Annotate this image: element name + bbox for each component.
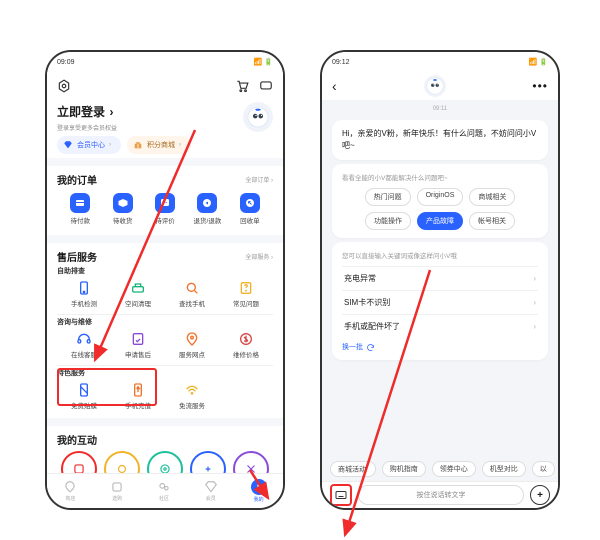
bot-avatar[interactable] xyxy=(424,75,446,97)
order-recycle[interactable]: 回收单 xyxy=(229,193,271,225)
bchip-more[interactable]: 以 xyxy=(532,461,555,477)
bchip-activity[interactable]: 商城活动• xyxy=(330,461,376,477)
inter-4[interactable] xyxy=(190,451,226,474)
g3-title: 特色服务 xyxy=(57,368,273,378)
points-mall-pill[interactable]: 积分商城 › xyxy=(127,136,191,154)
chip-mall[interactable]: 商城相关 xyxy=(469,188,515,206)
g1-title: 自助排查 xyxy=(57,266,273,276)
member-center-pill[interactable]: 会员中心 › xyxy=(57,136,121,154)
cart-icon[interactable] xyxy=(235,79,249,93)
message-icon[interactable] xyxy=(259,79,273,93)
hold-to-talk[interactable]: 按住说话转文字 xyxy=(358,485,524,505)
inter-title: 我的互动 xyxy=(57,432,97,447)
right-phone: 09:12 📶 🔋 ‹ ••• 09:11 Hi，亲爱的V粉，新年快乐！有什么问… xyxy=(320,50,560,510)
login-arrow: › xyxy=(109,105,113,119)
chat-footer: 按住说话转文字 + xyxy=(322,481,558,508)
member-pill-label: 会员中心 xyxy=(77,140,105,150)
nav-buy[interactable]: 选购 xyxy=(110,480,124,502)
points-pill-label: 积分商城 xyxy=(147,140,175,150)
q-sim[interactable]: SIM卡不识别› xyxy=(342,290,538,314)
chat-time: 09:11 xyxy=(322,100,558,116)
more-icon[interactable]: ••• xyxy=(532,79,548,93)
chip-product-fault[interactable]: 产品故障 xyxy=(417,212,463,230)
keyboard-button[interactable] xyxy=(330,484,352,506)
bchip-compare[interactable]: 机型对比 xyxy=(482,461,526,477)
order-pending-receive[interactable]: 待收货 xyxy=(101,193,143,225)
service-point[interactable]: 服务网点 xyxy=(165,331,219,359)
greet-text: Hi，亲爱的V粉，新年快乐！有什么问题，不妨问问小V吧~ xyxy=(342,128,538,152)
status-icons-r: 📶 🔋 xyxy=(526,58,548,66)
chip-hot[interactable]: 热门问题 xyxy=(365,188,411,206)
nav-community[interactable]: 社区 xyxy=(157,480,171,502)
questions-card: 您可以直接输入关键词或像这样问小V哦 充电异常› SIM卡不识别› 手机或配件坏… xyxy=(332,242,548,360)
gift-icon xyxy=(133,140,143,150)
orders-section: 我的订单 全部订单 › 待付款 待收货 xyxy=(47,166,283,235)
inter-2[interactable] xyxy=(104,451,140,474)
repair-price[interactable]: 维修价格 xyxy=(219,331,273,359)
q-broken[interactable]: 手机或配件坏了› xyxy=(342,314,538,338)
refresh-link[interactable]: 换一批 xyxy=(342,342,538,352)
online-service[interactable]: 在线客服 xyxy=(57,331,111,359)
nav-mine[interactable]: 我的 xyxy=(251,479,267,503)
bottom-chip-scroll[interactable]: 商城活动• 购机指南 领券中心 机型对比 以 xyxy=(322,456,558,482)
after-section: 售后服务 全部服务 › 自助排查 手机检测 空间清理 查找手机 常见问题 咨询与… xyxy=(47,243,283,418)
chip-account[interactable]: 帐号相关 xyxy=(469,212,515,230)
gear-hex-icon[interactable] xyxy=(57,79,71,93)
q-charge[interactable]: 充电异常› xyxy=(342,266,538,290)
back-icon[interactable]: ‹ xyxy=(332,78,337,94)
nav-store[interactable]: 商店 xyxy=(63,480,77,502)
order-pending-review[interactable]: 待评价 xyxy=(144,193,186,225)
orders-more[interactable]: 全部订单 › xyxy=(245,175,273,184)
interaction-section: 我的互动 xyxy=(47,426,283,474)
orders-title: 我的订单 xyxy=(57,172,97,187)
after-title: 售后服务 xyxy=(57,249,97,264)
inter-5[interactable] xyxy=(233,451,269,474)
status-time: 09:09 xyxy=(57,59,75,66)
bottom-nav: 商店 选购 社区 会员 我的 xyxy=(47,473,283,508)
after-more[interactable]: 全部服务 › xyxy=(245,252,273,261)
status-bar-r: 09:12 📶 🔋 xyxy=(322,52,558,72)
list-hint: 您可以直接输入关键词或像这样问小V哦 xyxy=(342,250,538,260)
inter-1[interactable] xyxy=(61,451,97,474)
diamond-icon xyxy=(63,140,73,150)
login-sub: 登录享受更多会员权益 xyxy=(57,121,117,132)
greet-card: Hi，亲爱的V粉，新年快乐！有什么问题，不妨问问小V吧~ xyxy=(332,120,548,160)
space-clean[interactable]: 空间清理 xyxy=(111,280,165,308)
left-phone: 09:09 📶 🔋 xyxy=(45,50,285,510)
categories-hint: 看看全能的小V都能解决什么问题吧~ xyxy=(342,172,538,182)
g2-title: 咨询与维修 xyxy=(57,317,273,327)
plus-button[interactable]: + xyxy=(530,485,550,505)
chat-header: ‹ ••• xyxy=(322,72,558,100)
bchip-coupon[interactable]: 领券中心 xyxy=(432,461,476,477)
status-bar: 09:09 📶 🔋 xyxy=(47,52,283,72)
avatar[interactable] xyxy=(243,102,273,132)
inter-3[interactable] xyxy=(147,451,183,474)
phone-check[interactable]: 手机检测 xyxy=(57,280,111,308)
nav-member[interactable]: 会员 xyxy=(204,480,218,502)
order-pending-pay[interactable]: 待付款 xyxy=(59,193,101,225)
categories-card: 看看全能的小V都能解决什么问题吧~ 热门问题 OriginOS 商城相关 功能操… xyxy=(332,164,548,238)
chip-function[interactable]: 功能操作 xyxy=(365,212,411,230)
bchip-guide[interactable]: 购机指南 xyxy=(382,461,426,477)
faq[interactable]: 常见问题 xyxy=(219,280,273,308)
free-data[interactable]: 免流服务 xyxy=(165,382,219,410)
status-icons: 📶 🔋 xyxy=(251,58,273,66)
status-time-r: 09:12 xyxy=(332,59,350,66)
free-film[interactable]: 免费贴膜 xyxy=(57,382,111,410)
order-refund[interactable]: 退货/退款 xyxy=(186,193,228,225)
chip-originos[interactable]: OriginOS xyxy=(417,188,464,206)
apply-after-sale[interactable]: 申请售后 xyxy=(111,331,165,359)
find-phone[interactable]: 查找手机 xyxy=(165,280,219,308)
login-title[interactable]: 立即登录 xyxy=(57,105,105,119)
phone-recharge[interactable]: 手机充值 xyxy=(111,382,165,410)
